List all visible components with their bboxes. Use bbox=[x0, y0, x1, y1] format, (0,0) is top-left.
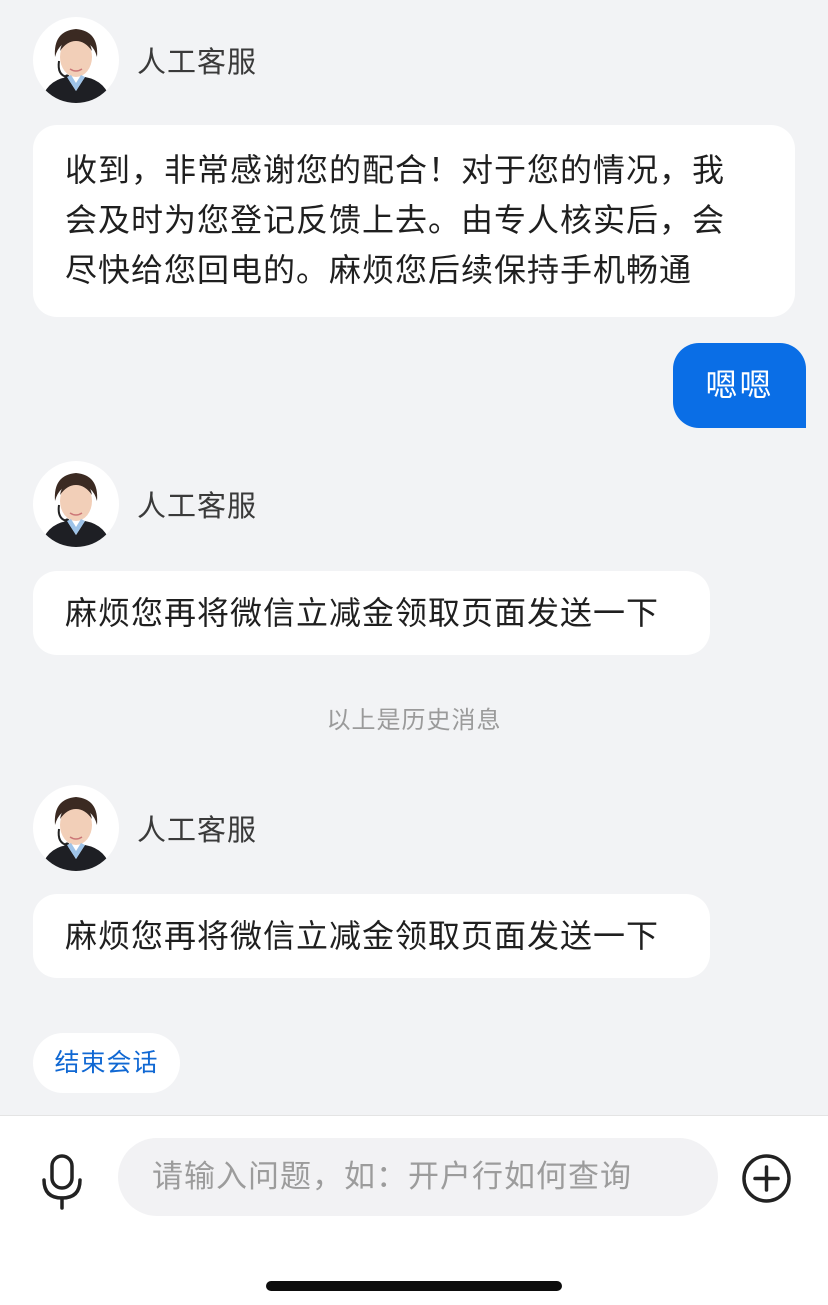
history-divider: 以上是历史消息 bbox=[326, 706, 502, 734]
agent-header: 人工客服 bbox=[33, 461, 257, 547]
agent-name: 人工客服 bbox=[137, 45, 258, 79]
end-session-button[interactable]: 结束会话 bbox=[33, 1033, 180, 1093]
agent-name: 人工客服 bbox=[137, 813, 258, 847]
agent-header: 人工客服 bbox=[33, 785, 257, 871]
agent-avatar[interactable] bbox=[33, 785, 119, 871]
agent-message-bubble[interactable]: 麻烦您再将微信立减金领取页面发送一下 bbox=[33, 894, 710, 978]
message-input[interactable] bbox=[118, 1138, 718, 1216]
agent-avatar[interactable] bbox=[33, 461, 119, 547]
message-line: 尽快给您回电的。麻烦您后续保持手机畅通 bbox=[65, 251, 693, 289]
plus-circle-icon[interactable] bbox=[741, 1153, 792, 1204]
agent-message-bubble[interactable]: 收到，非常感谢您的配合！对于您的情况，我 会及时为您登记反馈上去。由专人核实后，… bbox=[33, 125, 795, 317]
message-line: 会及时为您登记反馈上去。由专人核实后，会 bbox=[65, 201, 726, 239]
home-indicator bbox=[266, 1281, 562, 1291]
agent-header: 人工客服 bbox=[33, 17, 257, 103]
agent-name: 人工客服 bbox=[137, 489, 258, 523]
message-line: 收到，非常感谢您的配合！对于您的情况，我 bbox=[65, 151, 726, 189]
chat-area[interactable]: 人工客服 收到，非常感谢您的配合！对于您的情况，我 会及时为您登记反馈上去。由专… bbox=[0, 0, 828, 1115]
microphone-icon[interactable] bbox=[36, 1152, 88, 1212]
input-bar bbox=[0, 1115, 828, 1305]
user-message-bubble[interactable]: 嗯嗯 bbox=[673, 343, 806, 428]
agent-avatar[interactable] bbox=[33, 17, 119, 103]
agent-message-bubble[interactable]: 麻烦您再将微信立减金领取页面发送一下 bbox=[33, 571, 710, 655]
